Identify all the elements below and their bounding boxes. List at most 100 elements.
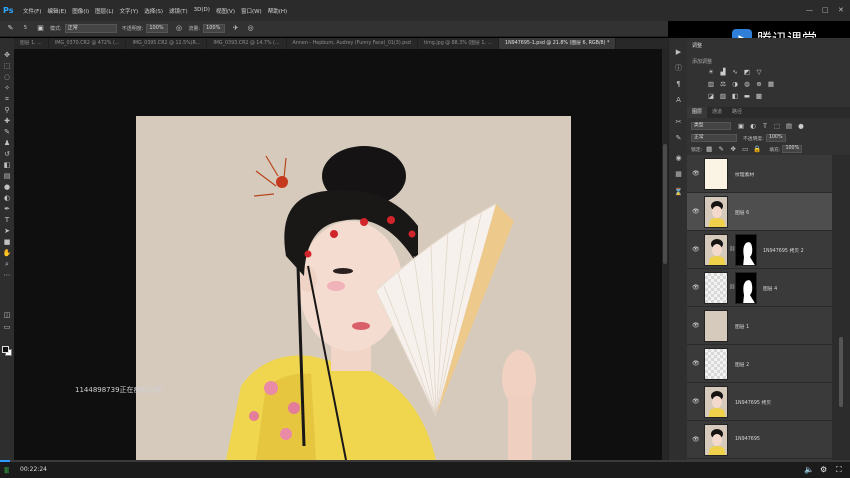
menu-item[interactable]: 滤镜(T) (169, 7, 188, 15)
blend-mode-select[interactable]: 正常 (691, 134, 737, 142)
document-tab[interactable]: timg.jpg @ 88.3% (图层 1, ... (418, 38, 500, 49)
exposure-icon[interactable]: ◩ (743, 68, 751, 76)
layer-thumbnail[interactable] (704, 386, 728, 418)
more-tools-icon[interactable]: ⋯ (2, 271, 12, 280)
hand-tool-icon[interactable]: ✋ (2, 249, 12, 258)
document-tab[interactable]: IMG_0370.CR2 @ 472% (... (49, 38, 127, 49)
layers-panel-tab[interactable]: 通道 (707, 107, 727, 118)
visibility-eye-icon[interactable]: 👁 (692, 360, 700, 367)
layer-row[interactable]: 👁 1N947695 (687, 421, 832, 459)
filter-adjust-icon[interactable]: ◐ (749, 122, 757, 130)
eraser-tool-icon[interactable]: ◧ (2, 161, 12, 170)
blur-tool-icon[interactable]: ● (2, 183, 12, 192)
visibility-eye-icon[interactable]: 👁 (692, 284, 700, 291)
lock-artboard-icon[interactable]: ▭ (741, 145, 749, 153)
brightness-icon[interactable]: ☀ (707, 68, 715, 76)
layer-thumbnail[interactable] (704, 272, 728, 304)
type-tool-icon[interactable]: T (2, 216, 12, 225)
filter-shape-icon[interactable]: ⬚ (773, 122, 781, 130)
mode-select[interactable]: 正常 (64, 24, 117, 33)
lock-pixels-icon[interactable]: ✎ (717, 145, 725, 153)
settings-gear-icon[interactable]: ⚙ (820, 465, 827, 474)
document-tab[interactable]: IMG_0393.CR2 @ 14.7% (... (207, 38, 287, 49)
visibility-eye-icon[interactable]: 👁 (692, 246, 700, 253)
paragraph-icon[interactable]: ¶ (674, 80, 683, 89)
tools-preset-icon[interactable]: ✂ (674, 118, 683, 127)
menu-item[interactable]: 选择(S) (144, 7, 163, 15)
fullscreen-icon[interactable]: ⛶ (836, 465, 842, 475)
history-icon[interactable]: ⌛ (674, 188, 683, 197)
quick-select-tool-icon[interactable]: ✧ (2, 84, 12, 93)
threshold-icon[interactable]: ◧ (731, 92, 739, 100)
lock-position-icon[interactable]: ✥ (729, 145, 737, 153)
color-balance-icon[interactable]: ⚖ (719, 80, 727, 88)
gradient-tool-icon[interactable]: ▤ (2, 172, 12, 181)
menu-item[interactable]: 图层(L) (95, 7, 113, 15)
eyedropper-tool-icon[interactable]: ⚲ (2, 106, 12, 115)
airbrush-icon[interactable]: ✈ (231, 24, 240, 33)
visibility-eye-icon[interactable]: 👁 (692, 436, 700, 443)
menu-item[interactable]: 文件(F) (23, 7, 41, 15)
rectangle-tool-icon[interactable]: ■ (2, 238, 12, 247)
menu-item[interactable]: 帮助(H) (268, 7, 287, 15)
history-brush-tool-icon[interactable]: ↺ (2, 150, 12, 159)
brush-panel-icon[interactable]: ▣ (36, 24, 45, 33)
menu-item[interactable]: 3D(D) (194, 7, 210, 15)
layer-row[interactable]: 👁 ⛓ 图层 4 (687, 269, 832, 307)
filter-toggle-icon[interactable]: ● (797, 122, 805, 130)
pen-tool-icon[interactable]: ✒ (2, 205, 12, 214)
flow-input[interactable]: 100% (203, 24, 226, 33)
foreground-color-swatch[interactable] (2, 346, 9, 353)
curves-icon[interactable]: ∿ (731, 68, 739, 76)
move-tool-icon[interactable]: ✥ (2, 51, 12, 60)
pressure-opacity-icon[interactable]: ◎ (174, 24, 183, 33)
menu-item[interactable]: 视图(V) (216, 7, 235, 15)
selective-color-icon[interactable]: ▩ (755, 92, 763, 100)
filter-type-icon[interactable]: T (761, 122, 769, 130)
fill-input[interactable]: 100% (782, 145, 803, 153)
clone-stamp-tool-icon[interactable]: ♟ (2, 139, 12, 148)
minimize-icon[interactable]: — (806, 6, 813, 14)
brush-settings-icon[interactable]: ✎ (674, 134, 683, 143)
layer-row[interactable]: 👁 图层 2 (687, 345, 832, 383)
layer-row[interactable]: 👁 1N947695 拷贝 (687, 383, 832, 421)
filter-smart-icon[interactable]: ▤ (785, 122, 793, 130)
crop-tool-icon[interactable]: ⌗ (2, 95, 12, 104)
swatches-icon[interactable]: ▦ (674, 170, 683, 179)
levels-icon[interactable]: ▟ (719, 68, 727, 76)
visibility-eye-icon[interactable]: 👁 (692, 170, 700, 177)
info-icon[interactable]: ⓘ (674, 64, 683, 73)
layer-thumbnail[interactable] (704, 424, 728, 456)
gradient-map-icon[interactable]: ▬ (743, 92, 751, 100)
document-tab[interactable]: Annen - Hepburn, Audrey (Funny Face)_01(… (287, 38, 418, 49)
marquee-tool-icon[interactable]: ⬚ (2, 62, 12, 71)
maximize-icon[interactable]: □ (822, 6, 829, 14)
layers-panel-tab[interactable]: 路径 (727, 107, 747, 118)
layer-row[interactable]: 👁 图层 1 (687, 307, 832, 345)
canvas-area[interactable]: 1144898739正在痴痴直播 (14, 49, 662, 460)
zoom-tool-icon[interactable]: ⌕ (2, 260, 12, 269)
layers-scrollbar[interactable] (832, 155, 850, 460)
layer-mask-thumbnail[interactable] (735, 234, 757, 266)
hue-saturation-icon[interactable]: ▥ (707, 80, 715, 88)
menu-item[interactable]: 窗口(W) (241, 7, 262, 15)
layer-row[interactable]: 👁 纹理素材 (687, 155, 832, 193)
path-select-tool-icon[interactable]: ➤ (2, 227, 12, 236)
document-tab[interactable]: 图层 1, ... (14, 38, 49, 49)
filter-pixel-icon[interactable]: ▣ (737, 122, 745, 130)
play-action-icon[interactable]: ▶ (674, 48, 683, 57)
layer-row[interactable]: 👁 图层 6 (687, 193, 832, 231)
visibility-eye-icon[interactable]: 👁 (692, 208, 700, 215)
vibrance-icon[interactable]: ▽ (755, 68, 763, 76)
layer-thumbnail[interactable] (704, 348, 728, 380)
layers-panel-tab[interactable]: 图层 (687, 107, 708, 118)
layer-thumbnail[interactable] (704, 158, 728, 190)
document-tab[interactable]: IMG_0395.CR2 @ 12.5%(R... (126, 38, 208, 49)
canvas-scroll-thumb[interactable] (663, 144, 667, 264)
menu-item[interactable]: 文字(Y) (120, 7, 139, 15)
volume-icon[interactable]: 🔈 (804, 465, 814, 474)
opacity-input[interactable]: 100% (146, 24, 169, 33)
color-icon[interactable]: ◉ (674, 154, 683, 163)
menu-item[interactable]: 编辑(E) (47, 7, 66, 15)
layers-scroll-thumb[interactable] (839, 337, 843, 407)
